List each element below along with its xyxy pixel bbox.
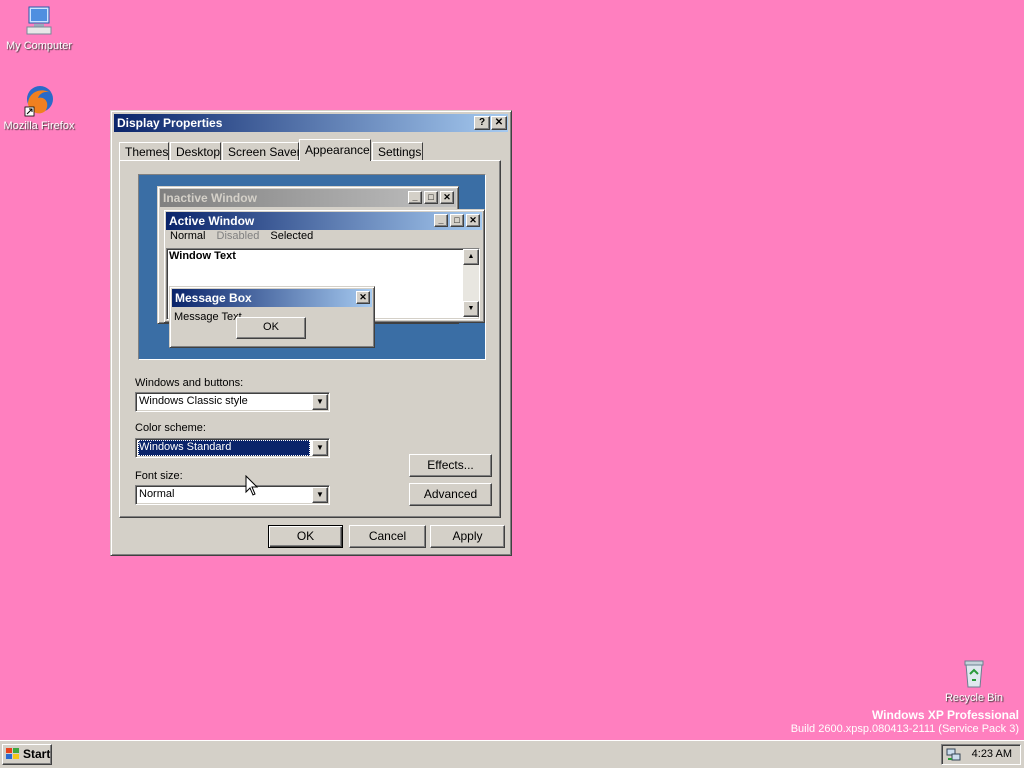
maximize-icon: □ (450, 214, 464, 227)
chevron-down-icon[interactable]: ▼ (312, 487, 328, 503)
color-scheme-select[interactable]: Windows Standard ▼ (135, 438, 330, 458)
active-window-title: Active Window (169, 214, 255, 228)
system-tray: 4:23 AM (941, 744, 1021, 765)
chevron-down-icon[interactable]: ▼ (312, 394, 328, 410)
build-info-watermark: Build 2600.xpsp.080413-2111 (Service Pac… (790, 723, 1019, 735)
start-button[interactable]: Start (2, 744, 52, 765)
firefox-icon (22, 84, 56, 118)
inactive-window-title: Inactive Window (163, 191, 257, 205)
color-scheme-value: Windows Standard (138, 440, 310, 456)
preview-message-box: Message Box ✕ Message Text OK (169, 286, 375, 348)
windows-logo-icon (6, 748, 19, 759)
dialog-titlebar[interactable]: Display Properties ? ✕ (114, 114, 508, 132)
help-button[interactable]: ? (474, 116, 490, 130)
windows-buttons-select[interactable]: Windows Classic style ▼ (135, 392, 330, 412)
recycle-bin-label: Recycle Bin (944, 692, 1004, 704)
close-icon: ✕ (440, 191, 454, 204)
scroll-up-arrow-icon: ▲ (463, 249, 479, 265)
scrollbar-track: ▲ ▼ (463, 249, 479, 317)
appearance-preview: Inactive Window _ □ ✕ Active Window _ □ … (138, 174, 486, 360)
scroll-down-arrow-icon: ▼ (463, 301, 479, 317)
desktop-icon-my-computer[interactable]: My Computer (1, 4, 77, 52)
message-box-ok: OK (236, 317, 306, 339)
windows-buttons-label: Windows and buttons: (135, 377, 244, 389)
tab-screen-saver[interactable]: Screen Saver (222, 142, 301, 160)
desktop-icon-firefox[interactable]: Mozilla Firefox (1, 84, 77, 132)
network-icon[interactable] (946, 747, 962, 762)
advanced-button[interactable]: Advanced (409, 483, 492, 506)
menu-normal: Normal (170, 230, 206, 242)
menu-selected: Selected (270, 230, 314, 242)
minimize-icon: _ (408, 191, 422, 204)
mouse-cursor-icon (245, 475, 259, 496)
taskbar: Start 4:23 AM (0, 740, 1024, 768)
menu-disabled: Disabled (216, 230, 260, 242)
close-icon: ✕ (356, 291, 370, 304)
start-label: Start (23, 747, 51, 761)
tab-desktop[interactable]: Desktop (170, 142, 221, 160)
cancel-button[interactable]: Cancel (349, 525, 426, 548)
font-size-label: Font size: (135, 470, 183, 482)
tab-settings[interactable]: Settings (372, 142, 423, 160)
tab-themes[interactable]: Themes (119, 142, 169, 160)
recycle-bin-icon (957, 656, 991, 690)
maximize-icon: □ (424, 191, 438, 204)
windows-buttons-value: Windows Classic style (139, 395, 248, 407)
minimize-icon: _ (434, 214, 448, 227)
dialog-title: Display Properties (117, 116, 223, 130)
desktop-icon-recycle-bin[interactable]: Recycle Bin (936, 656, 1012, 704)
os-edition-watermark: Windows XP Professional (871, 708, 1019, 722)
window-text: Window Text (169, 250, 236, 262)
apply-button[interactable]: Apply (430, 525, 505, 548)
display-properties-dialog: Display Properties ? ✕ Themes Desktop Sc… (110, 110, 512, 556)
font-size-select[interactable]: Normal ▼ (135, 485, 330, 505)
message-text: Message Text (174, 311, 242, 323)
message-box-title: Message Box (175, 291, 252, 305)
firefox-label: Mozilla Firefox (3, 120, 75, 132)
tab-appearance[interactable]: Appearance (299, 139, 371, 161)
ok-button[interactable]: OK (268, 525, 343, 548)
my-computer-label: My Computer (5, 40, 73, 52)
color-scheme-label: Color scheme: (135, 422, 206, 434)
my-computer-icon (22, 4, 56, 38)
effects-button[interactable]: Effects... (409, 454, 492, 477)
clock[interactable]: 4:23 AM (972, 748, 1012, 760)
font-size-value: Normal (139, 488, 175, 500)
close-icon: ✕ (466, 214, 480, 227)
chevron-down-icon[interactable]: ▼ (312, 440, 328, 456)
close-button[interactable]: ✕ (491, 116, 507, 130)
appearance-panel: Inactive Window _ □ ✕ Active Window _ □ … (119, 160, 501, 518)
